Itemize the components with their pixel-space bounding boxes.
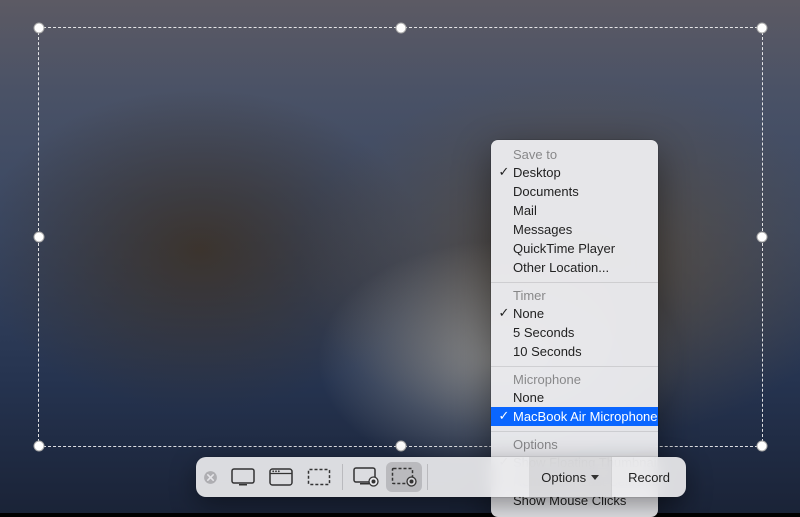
record-selection-icon [391, 467, 417, 487]
toolbar-separator [342, 464, 343, 490]
menu-item-timer-5s[interactable]: 5 Seconds [491, 323, 658, 342]
toolbar-separator [427, 464, 428, 490]
menu-item-desktop[interactable]: ✓Desktop [491, 163, 658, 182]
resize-handle-top-center[interactable] [395, 23, 406, 34]
menu-item-documents[interactable]: Documents [491, 182, 658, 201]
menu-item-quicktime[interactable]: QuickTime Player [491, 239, 658, 258]
resize-handle-middle-right[interactable] [757, 232, 768, 243]
menu-item-other-location[interactable]: Other Location... [491, 258, 658, 277]
resize-handle-middle-left[interactable] [34, 232, 45, 243]
menu-section-save: Save to ✓Desktop Documents Mail Messages… [491, 144, 658, 280]
menu-section-title: Timer [491, 287, 658, 304]
checkmark-icon: ✓ [497, 407, 511, 424]
resize-handle-top-right[interactable] [757, 23, 768, 34]
chevron-down-icon [591, 475, 599, 480]
menu-section-timer: Timer ✓None 5 Seconds 10 Seconds [491, 282, 658, 364]
capture-entire-screen-button[interactable] [225, 462, 261, 492]
record-button-label: Record [628, 470, 670, 485]
menu-item-mic-macbook-air[interactable]: ✓MacBook Air Microphone [491, 407, 658, 426]
menu-section-title: Microphone [491, 371, 658, 388]
menu-section-microphone: Microphone None ✓MacBook Air Microphone [491, 366, 658, 429]
screen-icon [231, 468, 255, 486]
menu-item-timer-10s[interactable]: 10 Seconds [491, 342, 658, 361]
resize-handle-top-left[interactable] [34, 23, 45, 34]
resize-handle-bottom-center[interactable] [395, 441, 406, 452]
menu-item-mail[interactable]: Mail [491, 201, 658, 220]
record-entire-screen-button[interactable] [348, 462, 384, 492]
menu-section-title: Save to [491, 146, 658, 163]
capture-selected-window-button[interactable] [263, 462, 299, 492]
capture-selected-portion-button[interactable] [301, 462, 337, 492]
screenshot-toolbar: Options Record [196, 457, 686, 497]
record-button[interactable]: Record [611, 457, 686, 497]
checkmark-icon: ✓ [497, 304, 511, 321]
menu-section-title: Options [491, 436, 658, 453]
record-selected-portion-button[interactable] [386, 462, 422, 492]
selection-icon [307, 468, 331, 486]
desktop-wallpaper [0, 0, 800, 513]
options-button[interactable]: Options [529, 457, 611, 497]
menu-item-messages[interactable]: Messages [491, 220, 658, 239]
checkmark-icon: ✓ [497, 163, 511, 180]
close-icon [203, 470, 218, 485]
options-button-label: Options [541, 470, 586, 485]
resize-handle-bottom-left[interactable] [34, 441, 45, 452]
resize-handle-bottom-right[interactable] [757, 441, 768, 452]
record-screen-icon [353, 467, 379, 487]
close-button[interactable] [196, 470, 224, 485]
menu-item-mic-none[interactable]: None [491, 388, 658, 407]
window-icon [269, 468, 293, 486]
menu-item-timer-none[interactable]: ✓None [491, 304, 658, 323]
